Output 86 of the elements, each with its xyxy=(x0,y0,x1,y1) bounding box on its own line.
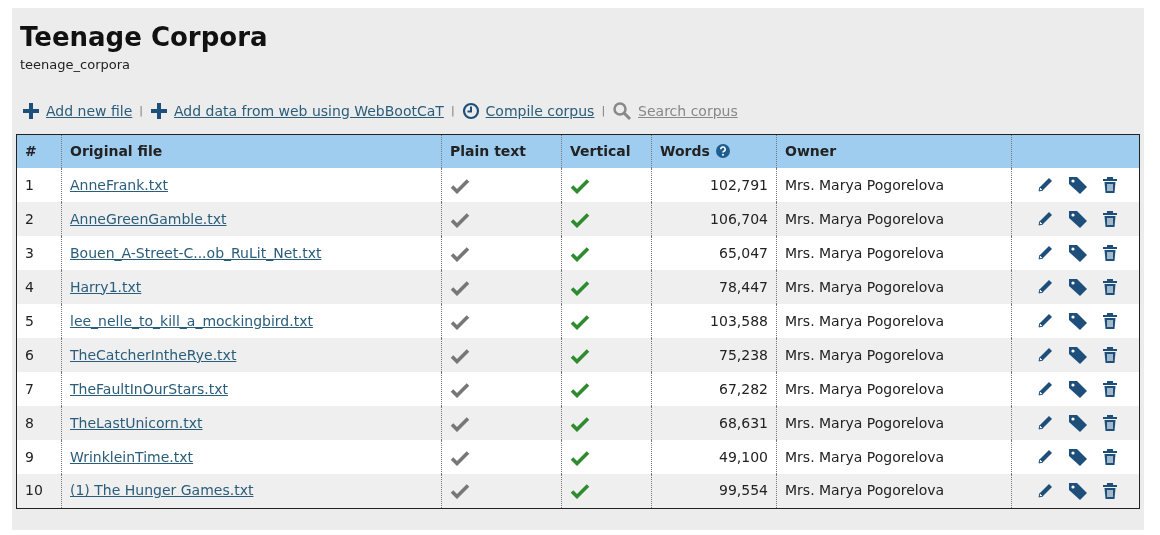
column-header: Original file xyxy=(70,142,163,159)
pencil-icon[interactable] xyxy=(1036,448,1054,467)
pencil-icon[interactable] xyxy=(1036,278,1054,297)
separator: | xyxy=(139,102,143,119)
owner-name: Mrs. Marya Pogorelova xyxy=(785,278,945,295)
separator: | xyxy=(450,102,455,119)
row-number: 3 xyxy=(25,244,34,261)
help-icon xyxy=(715,143,730,158)
row-number: 6 xyxy=(25,346,34,363)
owner-name: Mrs. Marya Pogorelova xyxy=(785,380,945,397)
row-number: 10 xyxy=(25,482,43,499)
pencil-icon[interactable] xyxy=(1036,244,1054,263)
trash-icon[interactable] xyxy=(1102,448,1118,467)
plus-icon xyxy=(150,102,168,121)
file-link[interactable]: Bouen_A-Street-C...ob_RuLit_Net.txt xyxy=(70,244,322,261)
tag-icon[interactable] xyxy=(1068,278,1088,297)
search-icon xyxy=(612,101,633,122)
word-count: 67,282 xyxy=(719,380,768,397)
row-number: 4 xyxy=(25,278,34,295)
file-link[interactable]: AnneFrank.txt xyxy=(70,176,168,193)
trash-icon[interactable] xyxy=(1102,278,1118,297)
plus-icon xyxy=(22,102,40,121)
pencil-icon[interactable] xyxy=(1036,414,1054,433)
trash-icon[interactable] xyxy=(1102,346,1118,365)
owner-name: Mrs. Marya Pogorelova xyxy=(785,448,945,465)
column-header: # xyxy=(25,142,37,159)
word-count: 65,047 xyxy=(719,244,768,261)
tag-icon[interactable] xyxy=(1068,312,1088,331)
file-link[interactable]: TheLastUnicorn.txt xyxy=(70,414,203,431)
trash-icon[interactable] xyxy=(1102,176,1118,195)
owner-name: Mrs. Marya Pogorelova xyxy=(785,414,945,431)
pencil-icon[interactable] xyxy=(1036,312,1054,331)
column-header: Vertical xyxy=(570,142,631,159)
trash-icon[interactable] xyxy=(1102,312,1118,331)
clock-icon xyxy=(461,102,480,121)
column-header: Owner xyxy=(785,142,837,159)
column-header: Words xyxy=(660,142,710,159)
tag-icon[interactable] xyxy=(1068,244,1088,263)
tag-icon[interactable] xyxy=(1068,176,1088,195)
pencil-icon[interactable] xyxy=(1036,481,1054,500)
add-link[interactable]: Add new file xyxy=(46,100,133,122)
file-link[interactable]: WrinkleinTime.txt xyxy=(70,448,194,465)
pencil-icon[interactable] xyxy=(1036,210,1054,229)
owner-name: Mrs. Marya Pogorelova xyxy=(785,244,945,261)
owner-name: Mrs. Marya Pogorelova xyxy=(785,346,945,363)
trash-icon[interactable] xyxy=(1102,380,1118,399)
trash-icon[interactable] xyxy=(1102,210,1118,229)
row-number: 7 xyxy=(25,380,34,397)
owner-name: Mrs. Marya Pogorelova xyxy=(785,210,945,227)
add-link[interactable]: Add data from web using WebBootCaT xyxy=(174,100,444,122)
tag-icon[interactable] xyxy=(1068,414,1088,433)
pencil-icon[interactable] xyxy=(1036,176,1054,195)
word-count: 75,238 xyxy=(719,346,768,363)
tag-icon[interactable] xyxy=(1068,346,1088,365)
owner-name: Mrs. Marya Pogorelova xyxy=(785,312,945,329)
row-number: 8 xyxy=(25,414,34,431)
trash-icon[interactable] xyxy=(1102,244,1118,263)
separator: | xyxy=(601,102,606,119)
page-title: Teenage Corpora xyxy=(20,22,269,54)
row-number: 5 xyxy=(25,312,34,329)
file-link[interactable]: TheFaultInOurStars.txt xyxy=(70,380,228,397)
row-number: 1 xyxy=(25,176,34,193)
word-count: 68,631 xyxy=(719,414,768,431)
tag-icon[interactable] xyxy=(1068,448,1088,467)
trash-icon[interactable] xyxy=(1102,481,1118,500)
word-count: 49,100 xyxy=(719,448,768,465)
clock-link[interactable]: Compile corpus xyxy=(485,100,595,122)
row-number: 2 xyxy=(25,210,34,227)
word-count: 99,554 xyxy=(719,482,768,499)
file-link[interactable]: Harry1.txt xyxy=(70,278,142,295)
word-count: 102,791 xyxy=(710,176,768,193)
corpus-id: teenage_corpora xyxy=(20,56,131,75)
pencil-icon[interactable] xyxy=(1036,380,1054,399)
row-number: 9 xyxy=(25,448,34,465)
owner-name: Mrs. Marya Pogorelova xyxy=(785,482,945,499)
owner-name: Mrs. Marya Pogorelova xyxy=(785,176,945,193)
tag-icon[interactable] xyxy=(1068,481,1088,500)
file-link[interactable]: lee_nelle_to_kill_a_mockingbird.txt xyxy=(70,312,313,329)
pencil-icon[interactable] xyxy=(1036,346,1054,365)
trash-icon[interactable] xyxy=(1102,414,1118,433)
word-count: 103,588 xyxy=(710,312,768,329)
tag-icon[interactable] xyxy=(1068,210,1088,229)
word-count: 106,704 xyxy=(710,210,768,227)
tag-icon[interactable] xyxy=(1068,380,1088,399)
column-header: Plain text xyxy=(450,142,527,159)
word-count: 78,447 xyxy=(719,278,768,295)
